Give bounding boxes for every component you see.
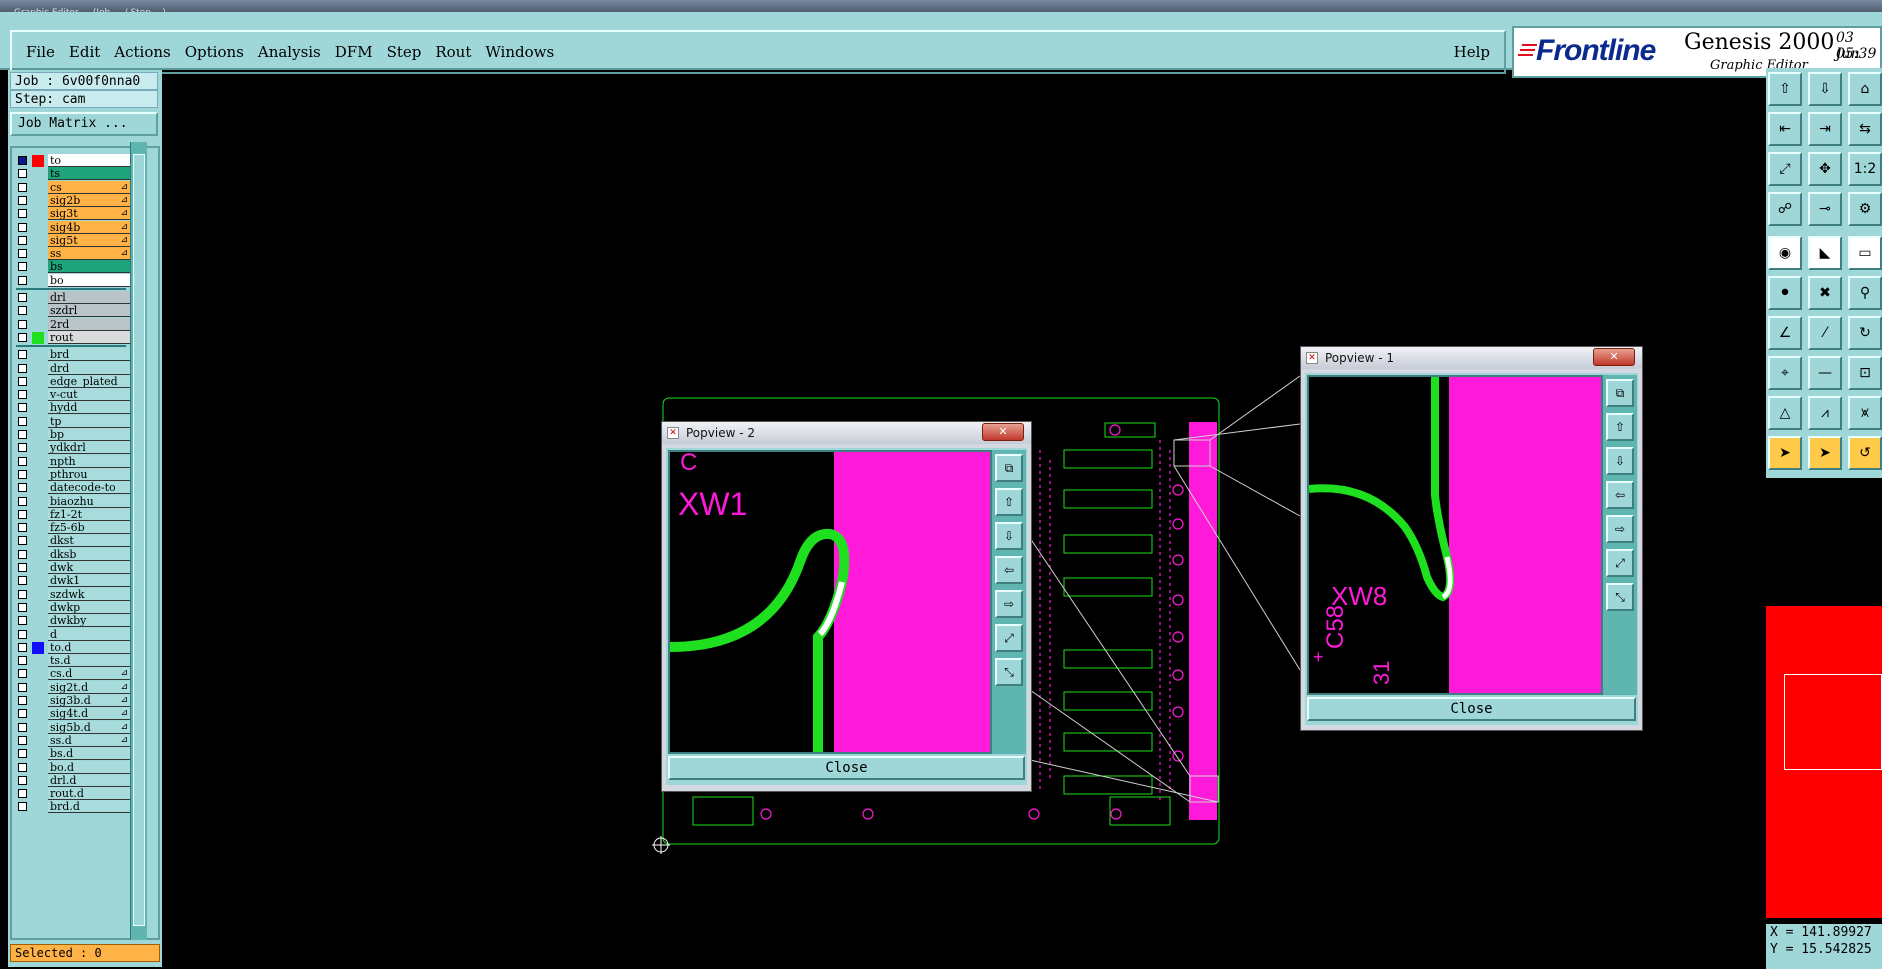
coordinate-readout: X = 141.89927 Y = 15.542825 [1766, 924, 1882, 969]
toolbox-button-icon[interactable]: ⊡ [1848, 356, 1882, 390]
popview-1-close-x[interactable]: ✕ [1593, 348, 1635, 366]
toolbox-button-icon[interactable]: ∠ [1768, 316, 1802, 350]
label-plus: + [1313, 647, 1324, 667]
pan-right-icon[interactable]: ⇨ [995, 590, 1023, 618]
toolbox-panel: ⇧ ⇩ ⌂ ⇤ ⇥ ⇆ ⤢ ✥ 1:2 ☍ ⊸ ⚙ ◉ ◣ ▭ ⚫ ✖ ⚲ ∠ ⁄ ↻ ⌖ — ⊡ △ ⩘ ⩙ ➤ ➤ ↺ [1766, 68, 1882, 478]
popview-2-viewport[interactable]: XW1 C [668, 450, 992, 754]
popview-2-close-x[interactable]: ✕ [982, 423, 1024, 441]
toolbox-button-icon[interactable]: ⇤ [1768, 112, 1802, 146]
pan-up-icon[interactable]: ⇧ [1606, 413, 1634, 441]
origin-marker [652, 836, 670, 854]
pan-down-icon[interactable]: ⇩ [1606, 447, 1634, 475]
zoom-out-icon[interactable]: ⤡ [995, 658, 1023, 686]
popview-1-graphic: XW8 C58 + 31 [1309, 377, 1601, 693]
label-c: C [680, 452, 697, 476]
toolbox-button-icon[interactable]: ⁄ [1808, 316, 1842, 350]
pan-up-icon[interactable]: ⇧ [995, 488, 1023, 516]
popview-1-viewport[interactable]: XW8 C58 + 31 [1307, 375, 1603, 695]
toolbox-button-icon[interactable]: ◉ [1768, 236, 1802, 270]
pan-left-icon[interactable]: ⇦ [1606, 481, 1634, 509]
label-31: 31 [1369, 661, 1394, 685]
toolbox-button-icon[interactable]: ⇆ [1848, 112, 1882, 146]
popview-2-titlebar[interactable]: Popview - 2 [662, 422, 1031, 444]
pan-right-icon[interactable]: ⇨ [1606, 515, 1634, 543]
pan-left-icon[interactable]: ⇦ [995, 556, 1023, 584]
popview-1-titlebar[interactable]: Popview - 1 [1301, 347, 1642, 369]
overview-map[interactable] [1766, 478, 1882, 924]
zoom-home-icon[interactable]: ⧉ [1606, 379, 1634, 407]
x-coordinate: X = 141.89927 [1770, 925, 1872, 940]
toolbox-button-icon[interactable]: ▭ [1848, 236, 1882, 270]
popview-1-body: XW8 C58 + 31 ⧉ ⇧ ⇩ ⇦ ⇨ ⤢ ⤡ Close [1305, 373, 1638, 725]
pan-down-icon[interactable]: ⇩ [995, 522, 1023, 550]
popview-2-graphic: XW1 C [670, 452, 990, 752]
toolbox-button-icon[interactable]: ⤢ [1768, 152, 1802, 186]
toolbox-button-icon[interactable]: ⚲ [1848, 276, 1882, 310]
toolbox-button-icon[interactable]: ⚫ [1768, 276, 1802, 310]
zoom-out-icon[interactable]: ⤡ [1606, 583, 1634, 611]
toolbox-button-icon[interactable]: △ [1768, 396, 1802, 430]
toolbox-button-icon[interactable]: ⇩ [1808, 72, 1842, 106]
zoom-in-icon[interactable]: ⤢ [1606, 549, 1634, 577]
popview-1-toolbar: ⧉ ⇧ ⇩ ⇦ ⇨ ⤢ ⤡ [1603, 375, 1637, 695]
toolbox-button-icon[interactable]: ⩘ [1808, 396, 1842, 430]
toolbox-button-icon[interactable]: ⊸ [1808, 192, 1842, 226]
window-icon: ✕ [667, 427, 679, 439]
popview-2-close-button[interactable]: Close [668, 756, 1025, 780]
toolbox-button-icon[interactable]: ⚙ [1848, 192, 1882, 226]
popview-2-body: XW1 C ⧉ ⇧ ⇩ ⇦ ⇨ ⤢ ⤡ Close [666, 448, 1027, 785]
toolbox-button-icon[interactable]: ✖ [1808, 276, 1842, 310]
zoom-home-icon[interactable]: ⧉ [995, 454, 1023, 482]
label-xw1: XW1 [678, 486, 747, 522]
toolbox-button-icon[interactable]: ⌂ [1848, 72, 1882, 106]
popview-2-window: Popview - 2 ✕ ✕ XW1 C ⧉ ⇧ ⇩ ⇦ ⇨ ⤢ ⤡ Clos… [661, 421, 1032, 792]
toolbox-button-icon[interactable]: ↻ [1848, 316, 1882, 350]
zoom-in-icon[interactable]: ⤢ [995, 624, 1023, 652]
popview-1-window: Popview - 1 ✕ ✕ XW8 C58 + 31 ⧉ ⇧ ⇩ ⇦ ⇨ ⤢… [1300, 346, 1643, 731]
toolbox-button-icon[interactable]: — [1808, 356, 1842, 390]
toolbox-button-icon[interactable]: ✥ [1808, 152, 1842, 186]
toolbox-button-icon[interactable]: ⇧ [1768, 72, 1802, 106]
toolbox-button-icon[interactable]: ⌖ [1768, 356, 1802, 390]
label-c58: C58 [1322, 605, 1349, 649]
toolbox-button-icon[interactable]: ◣ [1808, 236, 1842, 270]
toolbox-button-icon[interactable]: ☍ [1768, 192, 1802, 226]
popview-2-toolbar: ⧉ ⇧ ⇩ ⇦ ⇨ ⤢ ⤡ [992, 450, 1026, 754]
y-coordinate: Y = 15.542825 [1770, 942, 1872, 957]
toolbox-button-icon[interactable]: ➤ [1768, 436, 1802, 470]
toolbox-button-icon[interactable]: ➤ [1808, 436, 1842, 470]
window-icon: ✕ [1306, 352, 1318, 364]
toolbox-button-icon[interactable]: 1:2 [1848, 152, 1882, 186]
popview-1-close-button[interactable]: Close [1307, 697, 1636, 721]
toolbox-button-icon[interactable]: ⇥ [1808, 112, 1842, 146]
toolbox-button-icon[interactable]: ↺ [1848, 436, 1882, 470]
overview-view-box[interactable] [1784, 674, 1882, 770]
toolbox-button-icon[interactable]: ⩙ [1848, 396, 1882, 430]
